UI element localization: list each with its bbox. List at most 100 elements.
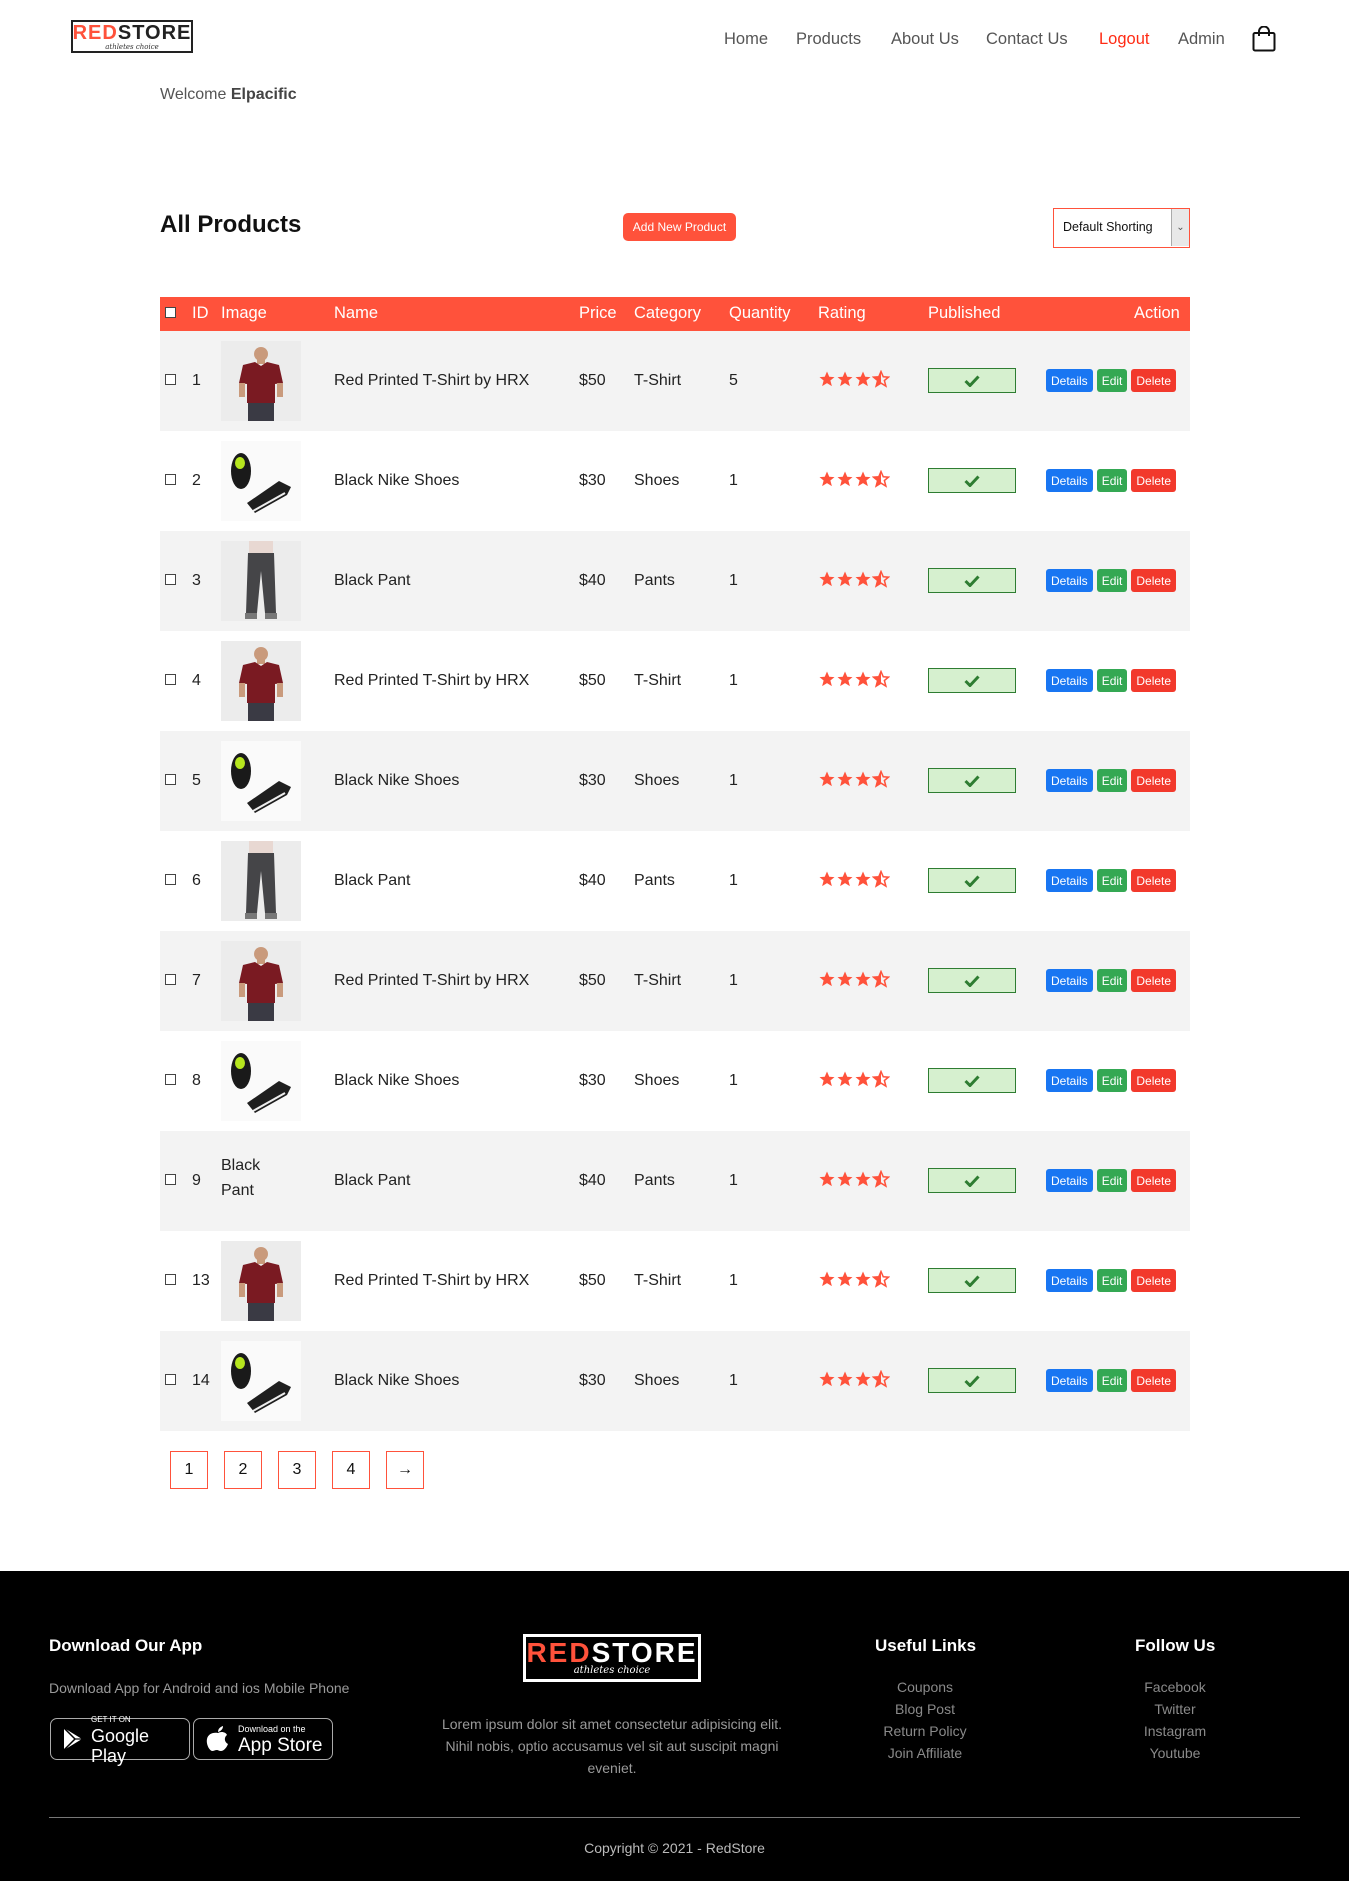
- delete-button[interactable]: Delete: [1131, 1369, 1177, 1392]
- edit-button[interactable]: Edit: [1096, 1169, 1128, 1192]
- row-checkbox[interactable]: [165, 1074, 176, 1085]
- star-full-icon: [855, 971, 871, 987]
- edit-button[interactable]: Edit: [1096, 1269, 1128, 1292]
- page-4-button[interactable]: 4: [332, 1451, 370, 1489]
- details-button[interactable]: Details: [1046, 969, 1093, 992]
- app-store-badge[interactable]: Download on the App Store: [193, 1718, 333, 1760]
- delete-button[interactable]: Delete: [1131, 669, 1177, 692]
- page-2-button[interactable]: 2: [224, 1451, 262, 1489]
- details-button[interactable]: Details: [1046, 1169, 1093, 1192]
- delete-button[interactable]: Delete: [1131, 869, 1177, 892]
- star-full-icon: [837, 1271, 853, 1287]
- published-toggle[interactable]: [928, 468, 1016, 493]
- product-image: [221, 1241, 301, 1321]
- delete-button[interactable]: Delete: [1131, 1169, 1177, 1192]
- edit-button[interactable]: Edit: [1096, 669, 1128, 692]
- edit-button[interactable]: Edit: [1096, 869, 1128, 892]
- nav-home[interactable]: Home: [724, 30, 768, 49]
- footer-link-youtube[interactable]: Youtube: [1105, 1742, 1245, 1764]
- delete-button[interactable]: Delete: [1131, 369, 1177, 392]
- details-button[interactable]: Details: [1046, 469, 1093, 492]
- edit-button[interactable]: Edit: [1096, 1369, 1128, 1392]
- row-checkbox[interactable]: [165, 574, 176, 585]
- nav-logout[interactable]: Logout: [1099, 30, 1149, 49]
- header-action: Action: [1134, 304, 1180, 322]
- row-checkbox[interactable]: [165, 1174, 176, 1185]
- delete-button[interactable]: Delete: [1131, 1269, 1177, 1292]
- edit-button[interactable]: Edit: [1096, 769, 1128, 792]
- delete-button[interactable]: Delete: [1131, 969, 1177, 992]
- add-new-product-button[interactable]: Add New Product: [623, 213, 736, 241]
- edit-button[interactable]: Edit: [1096, 369, 1128, 392]
- row-checkbox[interactable]: [165, 1374, 176, 1385]
- row-checkbox[interactable]: [165, 474, 176, 485]
- details-button[interactable]: Details: [1046, 1369, 1093, 1392]
- published-toggle[interactable]: [928, 1268, 1016, 1293]
- footer-link-instagram[interactable]: Instagram: [1105, 1720, 1245, 1742]
- row-actions: Details Edit Delete: [1046, 1269, 1177, 1292]
- edit-button[interactable]: Edit: [1096, 469, 1128, 492]
- published-toggle[interactable]: [928, 668, 1016, 693]
- product-category: T-Shirt: [634, 1272, 682, 1289]
- shopping-bag-icon[interactable]: [1252, 26, 1276, 52]
- published-toggle[interactable]: [928, 1368, 1016, 1393]
- product-price: $30: [579, 472, 606, 489]
- nav-products[interactable]: Products: [796, 30, 861, 49]
- page-1-button[interactable]: 1: [170, 1451, 208, 1489]
- chevron-down-icon[interactable]: ⌄: [1171, 209, 1189, 246]
- select-all-checkbox[interactable]: [165, 307, 176, 318]
- product-price: $50: [579, 1272, 606, 1289]
- details-button[interactable]: Details: [1046, 569, 1093, 592]
- details-button[interactable]: Details: [1046, 769, 1093, 792]
- published-toggle[interactable]: [928, 1068, 1016, 1093]
- published-toggle[interactable]: [928, 768, 1016, 793]
- row-checkbox[interactable]: [165, 1274, 176, 1285]
- edit-button[interactable]: Edit: [1096, 569, 1128, 592]
- details-button[interactable]: Details: [1046, 369, 1093, 392]
- row-actions: Details Edit Delete: [1046, 569, 1177, 592]
- footer-link-join-affiliate[interactable]: Join Affiliate: [855, 1742, 995, 1764]
- header-name: Name: [334, 304, 379, 322]
- page-3-button[interactable]: 3: [278, 1451, 316, 1489]
- edit-button[interactable]: Edit: [1096, 969, 1128, 992]
- nav-contact-us[interactable]: Contact Us: [986, 30, 1068, 49]
- published-toggle[interactable]: [928, 568, 1016, 593]
- footer-link-blog-post[interactable]: Blog Post: [855, 1698, 995, 1720]
- sort-select[interactable]: Default Shorting ⌄: [1053, 208, 1190, 248]
- footer-brand-logo[interactable]: REDSTORE athletes choice: [523, 1634, 701, 1682]
- published-toggle[interactable]: [928, 968, 1016, 993]
- header-image: Image: [221, 304, 267, 322]
- row-checkbox[interactable]: [165, 774, 176, 785]
- details-button[interactable]: Details: [1046, 1269, 1093, 1292]
- nav-about-us[interactable]: About Us: [891, 30, 959, 49]
- row-checkbox[interactable]: [165, 374, 176, 385]
- delete-button[interactable]: Delete: [1131, 569, 1177, 592]
- product-quantity: 1: [729, 572, 738, 589]
- product-price: $50: [579, 972, 606, 989]
- published-toggle[interactable]: [928, 1168, 1016, 1193]
- nav-admin[interactable]: Admin: [1178, 30, 1225, 49]
- published-toggle[interactable]: [928, 368, 1016, 393]
- delete-button[interactable]: Delete: [1131, 1069, 1177, 1092]
- star-full-icon: [837, 571, 853, 587]
- check-icon: [964, 874, 980, 887]
- delete-button[interactable]: Delete: [1131, 769, 1177, 792]
- row-checkbox[interactable]: [165, 674, 176, 685]
- google-play-big: Google Play: [90, 1725, 150, 1766]
- details-button[interactable]: Details: [1046, 869, 1093, 892]
- details-button[interactable]: Details: [1046, 1069, 1093, 1092]
- footer-link-return-policy[interactable]: Return Policy: [855, 1720, 995, 1742]
- google-play-badge[interactable]: GET IT ON Google Play: [50, 1715, 190, 1766]
- published-toggle[interactable]: [928, 868, 1016, 893]
- next-page-button[interactable]: →: [386, 1451, 424, 1489]
- row-checkbox[interactable]: [165, 874, 176, 885]
- check-icon: [964, 1074, 980, 1087]
- edit-button[interactable]: Edit: [1096, 1069, 1128, 1092]
- delete-button[interactable]: Delete: [1131, 469, 1177, 492]
- footer-link-coupons[interactable]: Coupons: [855, 1676, 995, 1698]
- details-button[interactable]: Details: [1046, 669, 1093, 692]
- star-half-icon: [871, 769, 891, 788]
- row-checkbox[interactable]: [165, 974, 176, 985]
- footer-link-twitter[interactable]: Twitter: [1105, 1698, 1245, 1720]
- footer-link-facebook[interactable]: Facebook: [1105, 1676, 1245, 1698]
